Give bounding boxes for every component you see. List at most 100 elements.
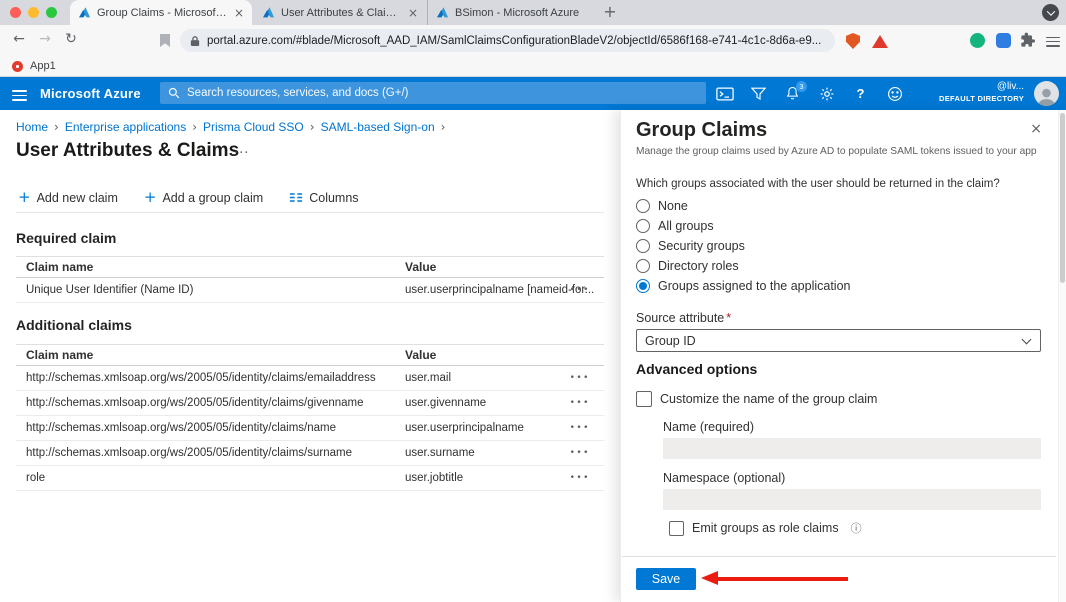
claim-row[interactable]: Unique User Identifier (Name ID) user.us… xyxy=(16,278,604,303)
reload-button[interactable]: ↻ xyxy=(60,31,82,47)
more-options-icon[interactable]: ••• xyxy=(570,473,590,483)
breadcrumb-prisma-cloud-sso[interactable]: Prisma Cloud SSO xyxy=(203,120,304,134)
settings-gear-icon[interactable] xyxy=(816,83,837,104)
title-overflow-menu[interactable]: ··· xyxy=(234,146,249,161)
forward-button[interactable]: → xyxy=(34,31,56,47)
account-menu[interactable]: @liv... DEFAULT DIRECTORY xyxy=(939,81,1024,103)
bookmark-flag-icon[interactable] xyxy=(160,34,170,47)
source-attribute-label: Source attribute* xyxy=(636,311,731,325)
search-input[interactable] xyxy=(187,87,698,99)
radio-icon[interactable] xyxy=(636,199,650,213)
tab-bsimon[interactable]: BSimon - Microsoft Azure xyxy=(427,0,589,25)
global-search[interactable] xyxy=(160,82,706,104)
table-header: Claim name Value xyxy=(16,344,604,366)
browser-menu-icon[interactable] xyxy=(1046,34,1060,49)
claim-value: user.userprincipalname [nameid-for... xyxy=(405,284,594,296)
source-attribute-dropdown[interactable]: Group ID xyxy=(636,329,1041,352)
advanced-options-heading: Advanced options xyxy=(636,361,757,377)
radio-icon[interactable] xyxy=(636,259,650,273)
radio-groups-assigned[interactable]: Groups assigned to the application xyxy=(636,276,851,296)
address-bar[interactable]: portal.azure.com/#blade/Microsoft_AAD_IA… xyxy=(180,29,835,52)
table-header: Claim name Value xyxy=(16,256,604,278)
directory-filter-icon[interactable] xyxy=(748,83,769,104)
add-group-claim-label: Add a group claim xyxy=(162,191,263,205)
claim-row[interactable]: http://schemas.xmlsoap.org/ws/2005/05/id… xyxy=(16,366,604,391)
additional-claims-table: Claim name Value http://schemas.xmlsoap.… xyxy=(16,344,604,491)
checkbox-label: Emit groups as role claims xyxy=(692,521,839,535)
claim-row[interactable]: http://schemas.xmlsoap.org/ws/2005/05/id… xyxy=(16,391,604,416)
add-new-claim-button[interactable]: + Add new claim xyxy=(18,190,118,205)
radio-none[interactable]: None xyxy=(636,196,851,216)
panel-subtitle: Manage the group claims used by Azure AD… xyxy=(636,146,1060,157)
emit-role-claims-checkbox-row[interactable]: Emit groups as role claims ⓘ xyxy=(669,520,862,536)
shield-extension-icon[interactable] xyxy=(846,33,860,49)
radio-icon[interactable] xyxy=(636,239,650,253)
bookmark-app1[interactable]: App1 xyxy=(30,60,56,72)
claim-name: http://schemas.xmlsoap.org/ws/2005/05/id… xyxy=(26,397,364,409)
radio-icon[interactable] xyxy=(636,219,650,233)
more-options-icon[interactable]: ••• xyxy=(570,423,590,433)
cloud-shell-icon[interactable] xyxy=(714,83,735,104)
radio-selected-icon[interactable] xyxy=(636,279,650,293)
panel-scrollbar[interactable] xyxy=(1058,110,1066,602)
tab-group-claims[interactable]: Group Claims - Microsoft Azure × xyxy=(70,0,252,25)
window-zoom-button[interactable] xyxy=(46,7,57,18)
checkbox-icon[interactable] xyxy=(669,521,684,536)
add-group-claim-button[interactable]: + Add a group claim xyxy=(144,190,263,205)
portal-menu-icon[interactable] xyxy=(12,88,27,103)
close-icon[interactable]: × xyxy=(234,6,244,20)
radio-directory-roles[interactable]: Directory roles xyxy=(636,256,851,276)
customize-name-checkbox-row[interactable]: Customize the name of the group claim xyxy=(636,391,877,407)
feedback-smiley-icon[interactable] xyxy=(884,83,905,104)
radio-label: Groups assigned to the application xyxy=(658,279,851,293)
azure-favicon-icon xyxy=(78,6,91,19)
search-icon xyxy=(168,87,180,99)
breadcrumb-home[interactable]: Home xyxy=(16,120,48,134)
close-icon[interactable]: × xyxy=(408,6,418,20)
more-options-icon[interactable]: ••• xyxy=(570,373,590,383)
window-minimize-button[interactable] xyxy=(28,7,39,18)
green-circle-extension-icon[interactable] xyxy=(970,33,985,48)
breadcrumb-enterprise-applications[interactable]: Enterprise applications xyxy=(65,120,186,134)
tab-user-attributes[interactable]: User Attributes & Claims - Microsof × xyxy=(254,0,426,25)
blue-square-extension-icon[interactable] xyxy=(996,33,1011,48)
columns-button[interactable]: Columns xyxy=(289,191,358,205)
annotation-arrow-head xyxy=(701,571,718,585)
more-options-icon[interactable]: ••• xyxy=(570,398,590,408)
notifications-bell-icon[interactable]: 3 xyxy=(782,83,803,104)
azure-brand[interactable]: Microsoft Azure xyxy=(40,86,141,101)
avatar[interactable] xyxy=(1034,81,1059,106)
breadcrumb-saml-based-sign-on[interactable]: SAML-based Sign-on xyxy=(321,120,435,134)
more-options-icon[interactable]: ••• xyxy=(570,448,590,458)
group-claims-panel: Group Claims × Manage the group claims u… xyxy=(620,110,1066,602)
scrollbar-thumb[interactable] xyxy=(1060,113,1065,283)
new-tab-button[interactable]: + xyxy=(600,2,620,21)
col-value: Value xyxy=(405,348,436,362)
additional-claims-heading: Additional claims xyxy=(16,317,132,333)
more-options-icon[interactable]: ••• xyxy=(570,285,590,295)
panel-title: Group Claims xyxy=(636,119,767,142)
group-claims-question: Which groups associated with the user sh… xyxy=(636,178,1000,190)
help-icon[interactable]: ? xyxy=(850,83,871,104)
page-title: User Attributes & Claims xyxy=(16,140,239,162)
claim-row[interactable]: http://schemas.xmlsoap.org/ws/2005/05/id… xyxy=(16,441,604,466)
close-icon[interactable]: × xyxy=(1030,121,1042,137)
extensions-puzzle-icon[interactable] xyxy=(1020,32,1036,53)
account-directory: DEFAULT DIRECTORY xyxy=(939,94,1024,103)
claim-row[interactable]: http://schemas.xmlsoap.org/ws/2005/05/id… xyxy=(16,416,604,441)
window-close-button[interactable] xyxy=(10,7,21,18)
save-button[interactable]: Save xyxy=(636,568,696,590)
claim-row[interactable]: role user.jobtitle ••• xyxy=(16,466,604,491)
checkbox-icon[interactable] xyxy=(636,391,652,407)
warning-triangle-extension-icon[interactable] xyxy=(872,35,888,48)
claims-toolbar: + Add new claim + Add a group claim Colu… xyxy=(18,190,359,205)
radio-all-groups[interactable]: All groups xyxy=(636,216,851,236)
radio-security-groups[interactable]: Security groups xyxy=(636,236,851,256)
notification-badge: 3 xyxy=(796,81,807,92)
radio-label: Security groups xyxy=(658,239,745,253)
group-type-radio-group: None All groups Security groups Director… xyxy=(636,196,851,296)
required-claim-table: Claim name Value Unique User Identifier … xyxy=(16,256,604,303)
name-input xyxy=(663,438,1041,459)
back-button[interactable]: ← xyxy=(8,31,30,47)
tab-search-button[interactable] xyxy=(1042,4,1059,21)
